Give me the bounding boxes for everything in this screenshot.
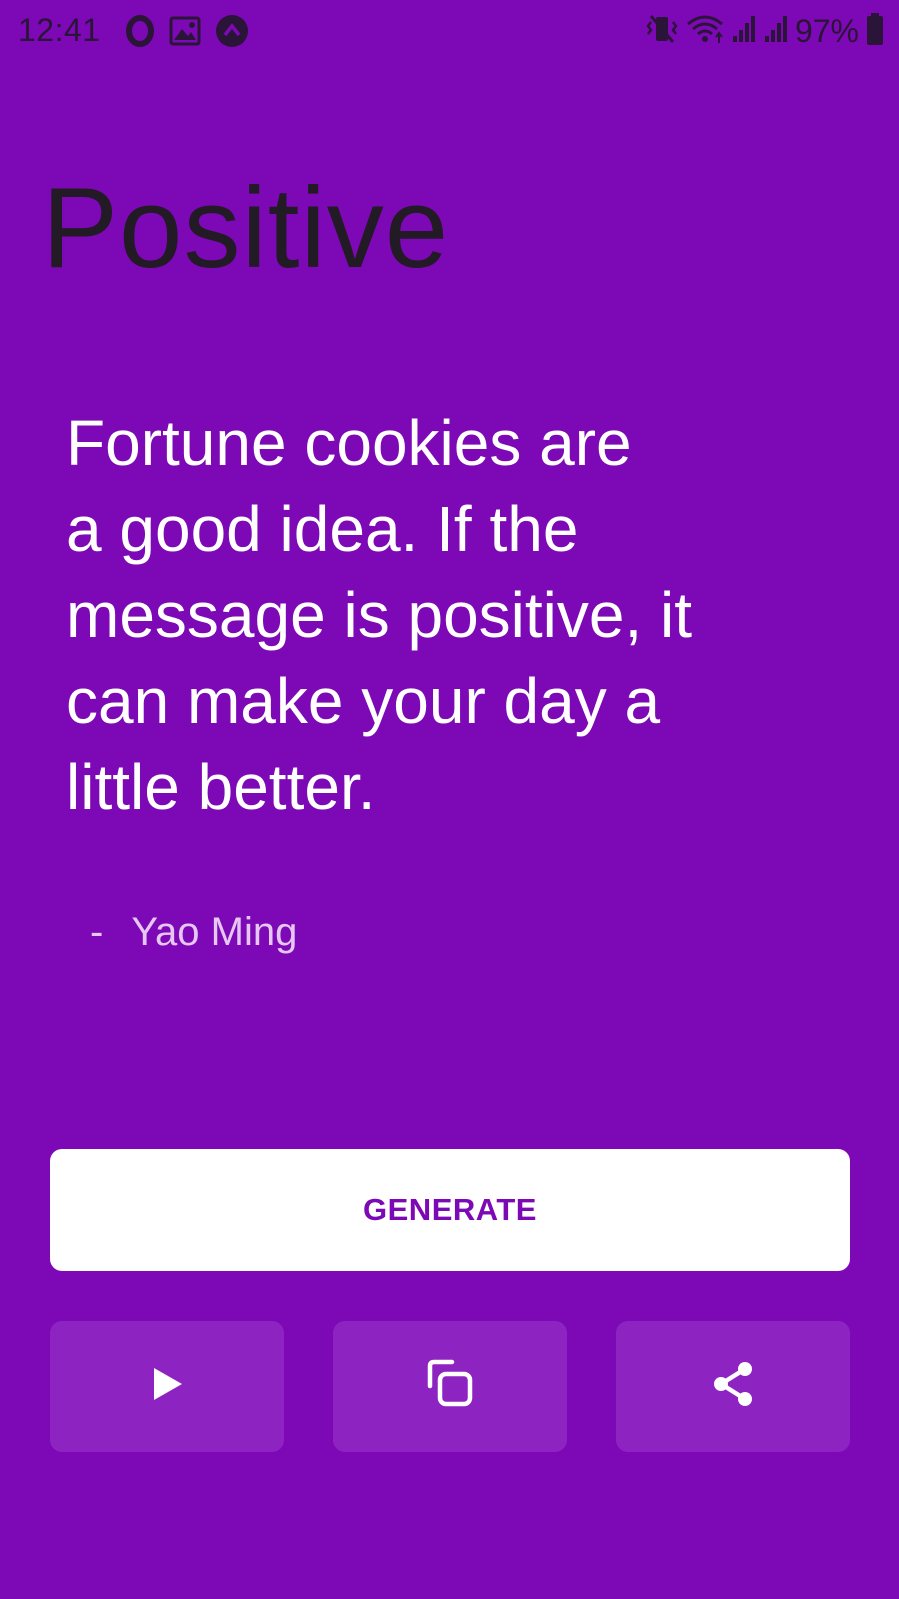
play-button[interactable] [50, 1321, 284, 1452]
author-name: Yao Ming [131, 910, 298, 954]
share-icon [709, 1359, 757, 1414]
quote-line: can make your day a [66, 665, 661, 737]
author-dash: - [90, 910, 104, 954]
share-button[interactable] [616, 1321, 850, 1452]
signal-icon [763, 14, 789, 49]
category-title: Positive [42, 165, 450, 292]
quote-line: a good idea. If the [66, 493, 579, 565]
battery-icon [865, 12, 885, 51]
status-bar: 12:41 97% [0, 0, 899, 66]
play-icon [150, 1366, 184, 1407]
quote-line: Fortune cookies are [66, 407, 632, 479]
vibrate-icon [645, 13, 679, 50]
wifi-icon [685, 13, 725, 50]
quote-line: message is positive, it [66, 579, 693, 651]
quote-author: - Yao Ming [90, 910, 297, 955]
quote-line: little better. [66, 751, 376, 823]
battery-percentage: 97% [794, 13, 859, 49]
copy-button[interactable] [333, 1321, 567, 1452]
image-icon [169, 16, 201, 51]
generate-button[interactable]: GENERATE [50, 1149, 850, 1271]
signal-icon [731, 14, 757, 49]
status-right: 97% [645, 12, 885, 51]
quote-text: Fortune cookies are a good idea. If the … [66, 400, 826, 830]
copy-icon [424, 1358, 476, 1415]
opera-icon [125, 15, 155, 52]
arrow-up-badge-icon [215, 14, 249, 53]
status-left-icons [125, 14, 249, 53]
status-time: 12:41 [18, 12, 101, 48]
